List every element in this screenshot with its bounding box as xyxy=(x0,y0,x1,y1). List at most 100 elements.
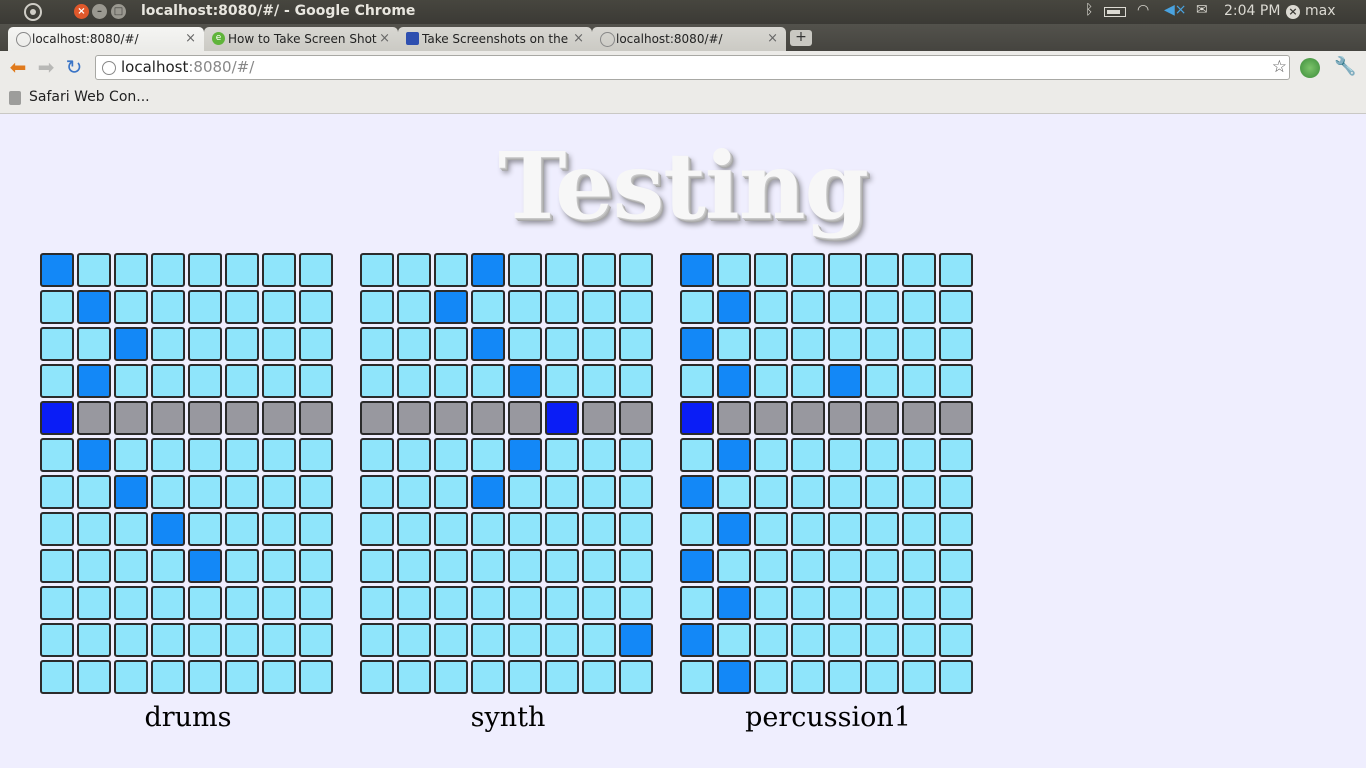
step-cell[interactable] xyxy=(262,512,296,546)
step-cell[interactable] xyxy=(151,512,185,546)
step-cell[interactable] xyxy=(865,364,899,398)
step-cell[interactable] xyxy=(545,549,579,583)
step-cell[interactable] xyxy=(619,586,653,620)
step-cell[interactable] xyxy=(902,290,936,324)
step-cell[interactable] xyxy=(791,290,825,324)
address-bar[interactable]: localhost:8080/#/ ☆ xyxy=(95,55,1290,80)
step-cell[interactable] xyxy=(828,253,862,287)
step-cell[interactable] xyxy=(262,253,296,287)
step-cell[interactable] xyxy=(471,512,505,546)
step-cell[interactable] xyxy=(151,401,185,435)
step-cell[interactable] xyxy=(828,549,862,583)
step-cell[interactable] xyxy=(680,549,714,583)
step-cell[interactable] xyxy=(40,438,74,472)
step-cell[interactable] xyxy=(717,438,751,472)
step-cell[interactable] xyxy=(902,623,936,657)
wifi-icon[interactable]: ◠ xyxy=(1137,2,1149,18)
step-cell[interactable] xyxy=(717,512,751,546)
step-cell[interactable] xyxy=(754,401,788,435)
step-cell[interactable] xyxy=(545,438,579,472)
session-icon[interactable]: × xyxy=(1286,5,1300,19)
step-cell[interactable] xyxy=(77,327,111,361)
step-cell[interactable] xyxy=(151,438,185,472)
step-cell[interactable] xyxy=(188,623,222,657)
step-cell[interactable] xyxy=(717,549,751,583)
step-cell[interactable] xyxy=(865,475,899,509)
step-cell[interactable] xyxy=(508,475,542,509)
step-cell[interactable] xyxy=(397,586,431,620)
step-cell[interactable] xyxy=(77,475,111,509)
step-cell[interactable] xyxy=(151,253,185,287)
step-cell[interactable] xyxy=(225,401,259,435)
step-cell[interactable] xyxy=(40,660,74,694)
step-cell[interactable] xyxy=(40,327,74,361)
step-cell[interactable] xyxy=(865,253,899,287)
step-cell[interactable] xyxy=(508,401,542,435)
step-cell[interactable] xyxy=(299,549,333,583)
step-cell[interactable] xyxy=(397,364,431,398)
step-cell[interactable] xyxy=(40,253,74,287)
step-cell[interactable] xyxy=(360,253,394,287)
step-cell[interactable] xyxy=(791,475,825,509)
step-cell[interactable] xyxy=(828,401,862,435)
step-cell[interactable] xyxy=(77,438,111,472)
step-cell[interactable] xyxy=(262,327,296,361)
step-cell[interactable] xyxy=(545,290,579,324)
step-cell[interactable] xyxy=(545,364,579,398)
step-cell[interactable] xyxy=(619,660,653,694)
step-cell[interactable] xyxy=(508,660,542,694)
step-cell[interactable] xyxy=(77,401,111,435)
step-cell[interactable] xyxy=(40,512,74,546)
step-cell[interactable] xyxy=(619,623,653,657)
step-cell[interactable] xyxy=(225,549,259,583)
step-cell[interactable] xyxy=(680,290,714,324)
step-cell[interactable] xyxy=(262,660,296,694)
step-cell[interactable] xyxy=(828,438,862,472)
step-cell[interactable] xyxy=(582,475,616,509)
step-cell[interactable] xyxy=(828,586,862,620)
extension-icon[interactable] xyxy=(1300,58,1320,78)
new-tab-button[interactable]: + xyxy=(790,30,812,46)
step-cell[interactable] xyxy=(791,438,825,472)
step-cell[interactable] xyxy=(114,623,148,657)
step-cell[interactable] xyxy=(299,401,333,435)
step-cell[interactable] xyxy=(508,253,542,287)
step-cell[interactable] xyxy=(434,327,468,361)
step-cell[interactable] xyxy=(262,401,296,435)
step-cell[interactable] xyxy=(619,327,653,361)
step-cell[interactable] xyxy=(791,253,825,287)
step-cell[interactable] xyxy=(508,327,542,361)
step-cell[interactable] xyxy=(151,660,185,694)
step-cell[interactable] xyxy=(151,364,185,398)
step-cell[interactable] xyxy=(939,364,973,398)
step-cell[interactable] xyxy=(582,290,616,324)
ubuntu-logo-icon[interactable] xyxy=(24,3,42,21)
close-icon[interactable]: × xyxy=(185,27,196,51)
step-cell[interactable] xyxy=(545,401,579,435)
step-cell[interactable] xyxy=(754,327,788,361)
step-cell[interactable] xyxy=(619,438,653,472)
step-cell[interactable] xyxy=(397,327,431,361)
step-cell[interactable] xyxy=(225,660,259,694)
step-cell[interactable] xyxy=(434,586,468,620)
bookmark-item[interactable]: Safari Web Con... xyxy=(29,89,150,105)
step-cell[interactable] xyxy=(754,290,788,324)
step-cell[interactable] xyxy=(114,512,148,546)
step-cell[interactable] xyxy=(77,364,111,398)
step-cell[interactable] xyxy=(114,549,148,583)
step-cell[interactable] xyxy=(865,586,899,620)
step-cell[interactable] xyxy=(262,290,296,324)
step-cell[interactable] xyxy=(299,438,333,472)
step-cell[interactable] xyxy=(582,660,616,694)
step-cell[interactable] xyxy=(939,660,973,694)
step-cell[interactable] xyxy=(188,586,222,620)
tab-localhost[interactable]: localhost:8080/#/ × xyxy=(8,27,204,51)
step-cell[interactable] xyxy=(471,327,505,361)
step-cell[interactable] xyxy=(360,660,394,694)
step-cell[interactable] xyxy=(40,549,74,583)
step-cell[interactable] xyxy=(188,253,222,287)
step-cell[interactable] xyxy=(397,438,431,472)
step-cell[interactable] xyxy=(828,327,862,361)
step-cell[interactable] xyxy=(360,327,394,361)
step-cell[interactable] xyxy=(582,253,616,287)
